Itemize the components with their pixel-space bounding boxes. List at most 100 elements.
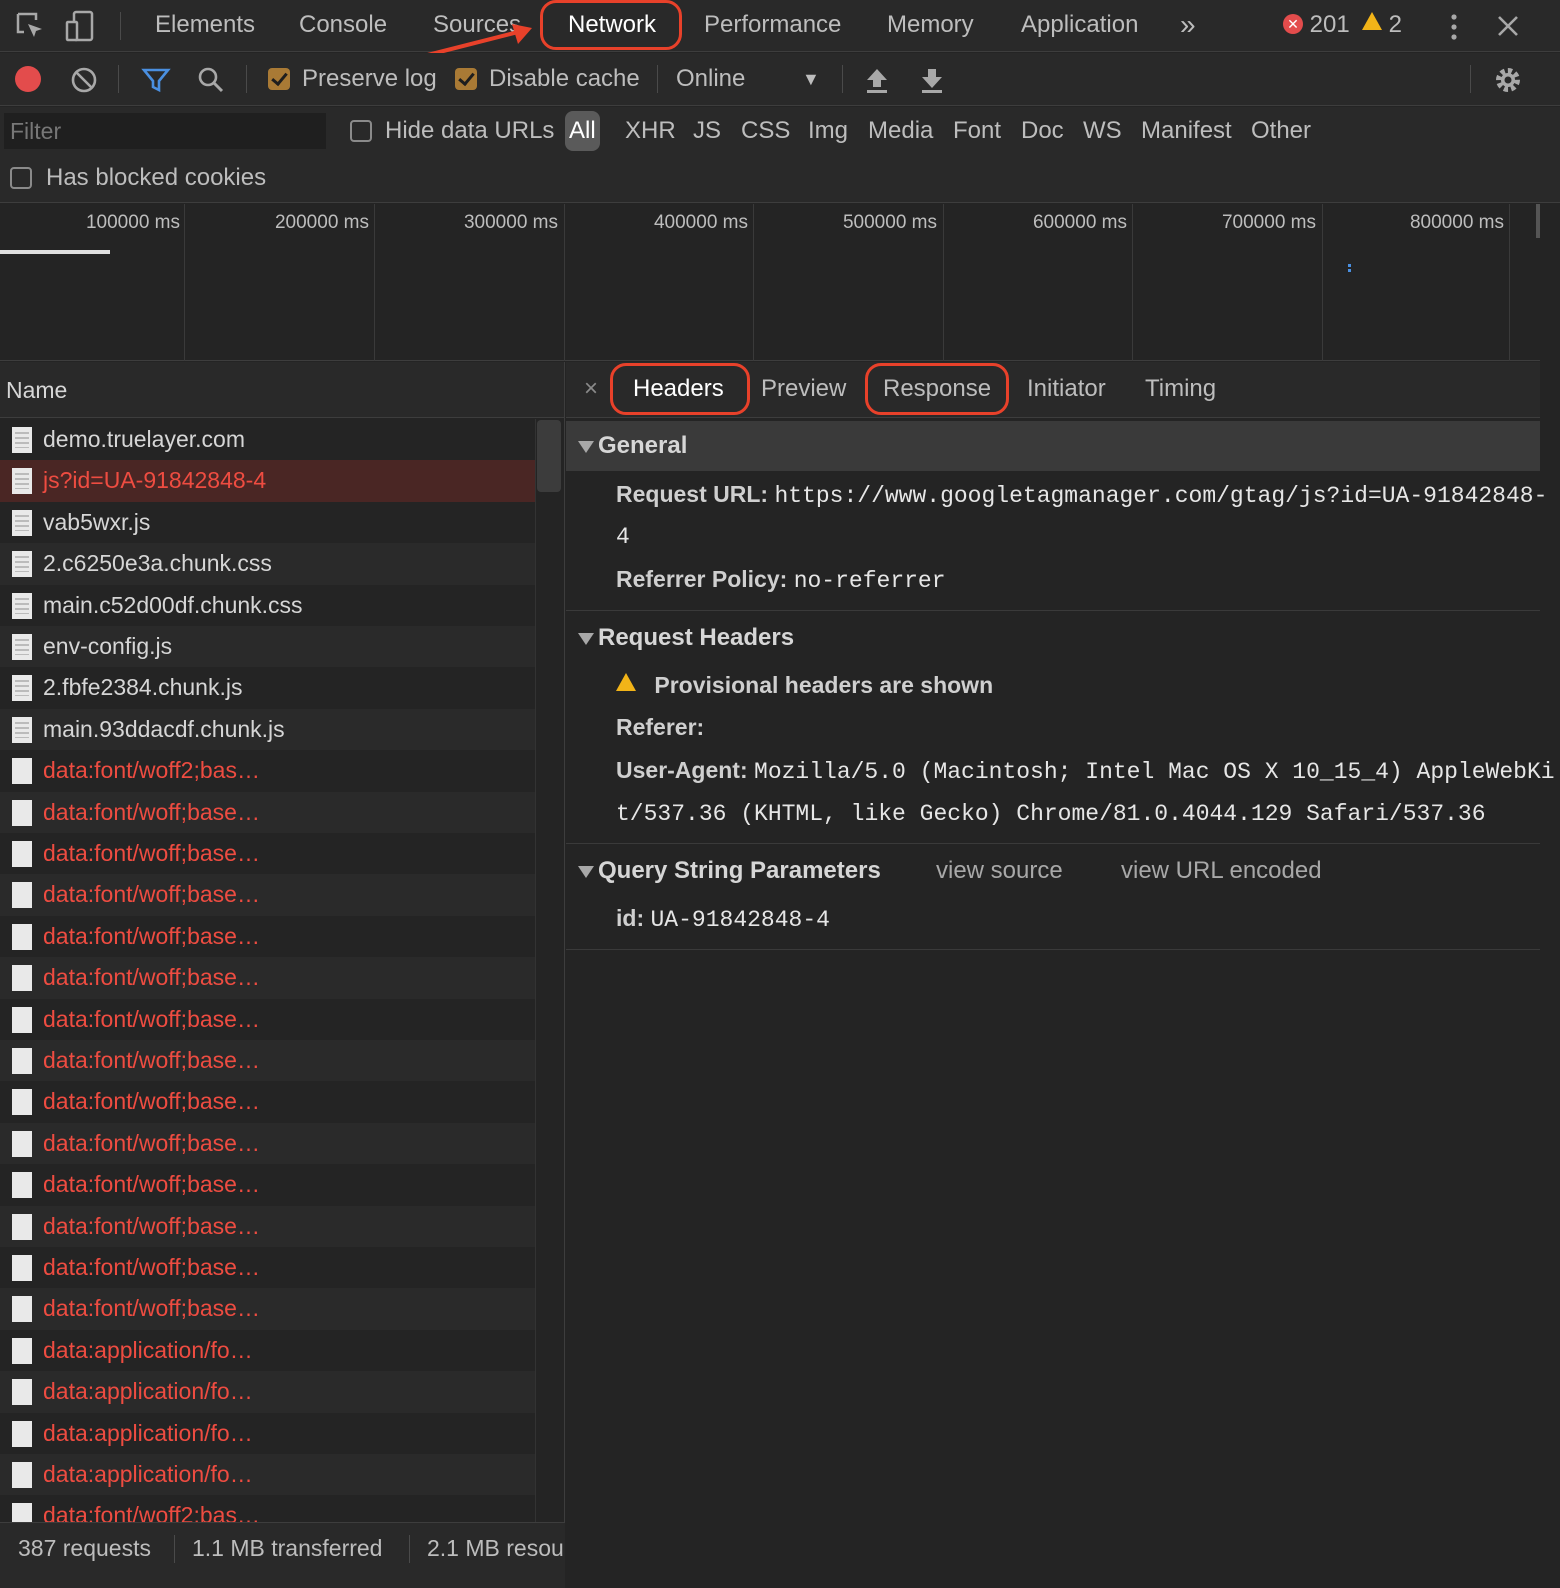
request-row[interactable]: 2.fbfe2384.chunk.js	[0, 667, 535, 708]
request-row[interactable]: data:font/woff;base…	[0, 1288, 535, 1330]
close-details-icon[interactable]: ×	[584, 362, 598, 418]
filter-type-doc[interactable]: Doc	[1021, 113, 1064, 149]
request-row[interactable]: data:application/fo…	[0, 1413, 535, 1454]
overview-tick: 700000 ms	[1133, 204, 1323, 361]
filter-type-ws[interactable]: WS	[1083, 113, 1122, 149]
filter-type-manifest[interactable]: Manifest	[1141, 113, 1232, 149]
device-toolbar-icon[interactable]	[64, 10, 98, 42]
filter-input[interactable]	[4, 113, 326, 149]
more-tabs-icon[interactable]: »	[1180, 0, 1196, 52]
inspect-element-icon[interactable]	[14, 10, 48, 42]
filter-type-all[interactable]: All	[565, 111, 600, 151]
throttling-select[interactable]: Online ▼	[676, 64, 826, 94]
close-icon[interactable]	[1495, 13, 1521, 45]
tab-elements[interactable]: Elements	[155, 0, 255, 52]
request-list-scrollbar[interactable]	[535, 419, 564, 1522]
file-icon	[12, 1048, 32, 1074]
request-row[interactable]: vab5wxr.js	[0, 502, 535, 543]
request-row[interactable]: data:font/woff;base…	[0, 833, 535, 874]
file-icon	[12, 1255, 32, 1281]
disable-cache-checkbox[interactable]	[455, 68, 477, 90]
request-row[interactable]: data:font/woff;base…	[0, 1122, 535, 1165]
hide-data-urls-checkbox[interactable]	[350, 120, 372, 142]
filter-type-css[interactable]: CSS	[741, 113, 790, 149]
request-name: data:font/woff;base…	[43, 1088, 260, 1115]
request-headers-section-header[interactable]: Request Headers	[566, 613, 1540, 663]
request-row[interactable]: data:font/woff;base…	[0, 1247, 535, 1288]
export-har-icon[interactable]	[919, 66, 945, 100]
request-row[interactable]: data:font/woff;base…	[0, 1081, 535, 1122]
tab-preview[interactable]: Preview	[761, 362, 846, 418]
record-icon[interactable]	[15, 66, 41, 92]
tab-initiator[interactable]: Initiator	[1027, 362, 1106, 418]
request-row[interactable]: data:application/fo…	[0, 1454, 535, 1496]
overview-tick: 400000 ms	[565, 204, 754, 361]
request-name: env-config.js	[43, 633, 173, 659]
tab-timing[interactable]: Timing	[1145, 362, 1216, 418]
file-icon	[12, 965, 32, 992]
warning-count[interactable]: 2	[1362, 0, 1402, 52]
request-row[interactable]: js?id=UA-91842848-4	[0, 460, 535, 502]
gear-icon[interactable]	[1492, 64, 1524, 102]
request-row[interactable]: data:font/woff;base…	[0, 874, 535, 916]
caret-down-icon	[578, 866, 594, 878]
tab-memory[interactable]: Memory	[887, 0, 974, 52]
request-row[interactable]: env-config.js	[0, 626, 535, 668]
filter-type-other[interactable]: Other	[1251, 113, 1311, 149]
request-row[interactable]: data:application/fo…	[0, 1371, 535, 1413]
has-blocked-cookies-label: Has blocked cookies	[46, 164, 267, 191]
request-list-scroll-thumb[interactable]	[537, 420, 561, 492]
query-params-section-header[interactable]: Query String Parameters view source view…	[566, 846, 1540, 896]
chevron-down-icon: ▼	[802, 69, 820, 89]
request-row[interactable]: main.93ddacdf.chunk.js	[0, 708, 535, 751]
request-name: data:font/woff;base…	[43, 1005, 260, 1032]
request-url-row-continued: 4	[616, 524, 630, 550]
divider	[118, 65, 119, 93]
request-row[interactable]: data:font/woff;base…	[0, 791, 535, 833]
search-icon[interactable]	[196, 66, 226, 100]
view-source-link[interactable]: view source	[936, 846, 1063, 896]
import-har-icon[interactable]	[864, 66, 890, 100]
preserve-log-checkbox[interactable]	[268, 68, 290, 90]
has-blocked-cookies-checkbox[interactable]	[10, 167, 32, 189]
request-row[interactable]: 2.c6250e3a.chunk.css	[0, 543, 535, 585]
file-icon	[12, 1337, 32, 1364]
tab-application[interactable]: Application	[1021, 0, 1138, 52]
error-count[interactable]: ✕ 201	[1283, 0, 1350, 52]
request-row[interactable]: demo.truelayer.com	[0, 419, 535, 460]
request-row[interactable]: main.c52d00df.chunk.css	[0, 585, 535, 626]
request-row[interactable]: data:font/woff;base…	[0, 999, 535, 1040]
request-row[interactable]: data:application/fo…	[0, 1330, 535, 1371]
network-overview[interactable]: 100000 ms 200000 ms 300000 ms 400000 ms …	[0, 204, 1540, 361]
name-column-header[interactable]: Name	[0, 362, 564, 418]
filter-type-xhr[interactable]: XHR	[625, 113, 676, 149]
request-row[interactable]: data:font/woff2;bas…	[0, 1495, 535, 1522]
request-row[interactable]: data:font/woff;base…	[0, 1164, 535, 1205]
clear-icon[interactable]	[70, 66, 98, 100]
view-url-encoded-link[interactable]: view URL encoded	[1121, 846, 1322, 896]
request-row[interactable]: data:font/woff;base…	[0, 916, 535, 957]
kebab-menu-icon[interactable]	[1448, 12, 1460, 48]
request-name: 2.c6250e3a.chunk.css	[43, 550, 272, 577]
file-icon	[12, 1130, 32, 1157]
filter-icon[interactable]	[141, 66, 171, 100]
request-details-panel: × Headers Preview Response Initiator Tim…	[566, 362, 1555, 1588]
request-name: data:font/woff;base…	[43, 1129, 260, 1156]
filter-type-font[interactable]: Font	[953, 113, 1001, 149]
filter-type-img[interactable]: Img	[808, 113, 848, 149]
file-icon	[12, 1172, 32, 1199]
status-bar: 387 requests 1.1 MB transferred 2.1 MB r…	[0, 1522, 565, 1588]
filter-type-media[interactable]: Media	[868, 113, 933, 149]
overview-tick: 800000 ms	[1323, 204, 1510, 361]
request-row[interactable]: data:font/woff2;bas…	[0, 750, 535, 791]
file-icon	[12, 716, 32, 743]
request-row[interactable]: data:font/woff;base…	[0, 957, 535, 999]
tab-performance[interactable]: Performance	[704, 0, 841, 52]
filter-type-js[interactable]: JS	[693, 113, 721, 149]
general-section-header[interactable]: General	[566, 421, 1540, 471]
request-row[interactable]: data:font/woff;base…	[0, 1205, 535, 1247]
tab-console[interactable]: Console	[299, 0, 387, 52]
referer-row: Referer:	[616, 714, 705, 740]
file-icon	[12, 1296, 32, 1323]
request-row[interactable]: data:font/woff;base…	[0, 1040, 535, 1082]
